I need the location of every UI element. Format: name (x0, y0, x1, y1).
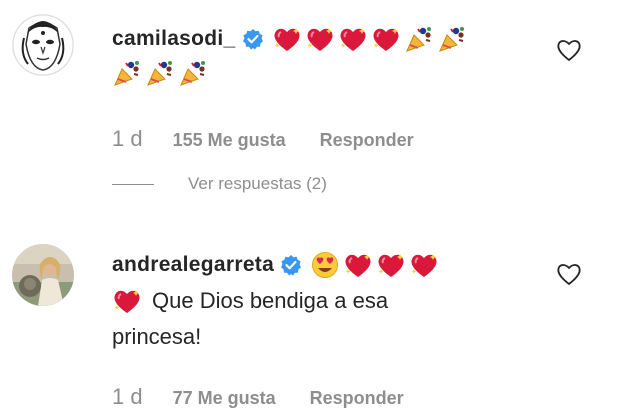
comment-text (112, 56, 560, 90)
reply-button[interactable]: Responder (310, 388, 404, 409)
sparkling-heart-icon (338, 25, 368, 53)
likes-count-button[interactable]: 155 Me gusta (173, 130, 286, 151)
avatar-image (12, 244, 74, 306)
sparkling-heart-icon (272, 25, 302, 53)
sparkling-heart-icon (305, 25, 335, 53)
username-link[interactable]: camilasodi_ (112, 27, 236, 50)
heart-eyes-icon (310, 251, 340, 279)
avatar-image (12, 14, 74, 76)
comment-text: princesa! (112, 320, 560, 354)
party-popper-icon (437, 25, 467, 53)
view-replies-label: Ver respuestas (2) (188, 174, 327, 193)
sparkling-heart-icon (376, 251, 406, 279)
verified-badge-icon (242, 28, 264, 50)
comment-text: Que Dios bendiga a esa (112, 284, 560, 318)
verified-badge-icon (280, 254, 302, 276)
comment-item: andrealegarreta Que Dios bendiga a esa p… (0, 230, 620, 420)
replies-divider (112, 184, 154, 186)
party-popper-icon (145, 59, 175, 87)
likes-count-button[interactable]: 77 Me gusta (173, 388, 276, 409)
party-popper-icon (178, 59, 208, 87)
view-replies-button[interactable]: Ver respuestas (2) (112, 174, 327, 194)
comment-body: camilasodi_ (112, 22, 560, 90)
avatar[interactable] (12, 14, 74, 76)
sparkling-heart-icon (409, 251, 439, 279)
comment-header: andrealegarreta (112, 248, 560, 282)
username-link[interactable]: andrealegarreta (112, 253, 274, 276)
comment-timestamp: 1 d (112, 126, 143, 151)
comment-body: andrealegarreta Que Dios bendiga a esa p… (112, 248, 560, 355)
comment-meta: 1 d 77 Me gusta Responder (112, 384, 404, 410)
like-heart-icon[interactable] (556, 38, 582, 62)
party-popper-icon (112, 59, 142, 87)
comment-text-line: Que Dios bendiga a esa (152, 288, 389, 314)
comment-timestamp: 1 d (112, 384, 143, 409)
sparkling-heart-icon (371, 25, 401, 53)
like-heart-icon[interactable] (556, 262, 582, 286)
reply-button[interactable]: Responder (320, 130, 414, 151)
avatar[interactable] (12, 244, 74, 306)
comment-meta: 1 d 155 Me gusta Responder (112, 126, 414, 152)
comment-header: camilasodi_ (112, 22, 560, 56)
sparkling-heart-icon (112, 287, 142, 315)
comment-item: camilasodi_ 1 d 155 Me gusta Responder Ver… (0, 0, 620, 215)
comment-text-line: princesa! (112, 324, 202, 350)
party-popper-icon (404, 25, 434, 53)
sparkling-heart-icon (343, 251, 373, 279)
